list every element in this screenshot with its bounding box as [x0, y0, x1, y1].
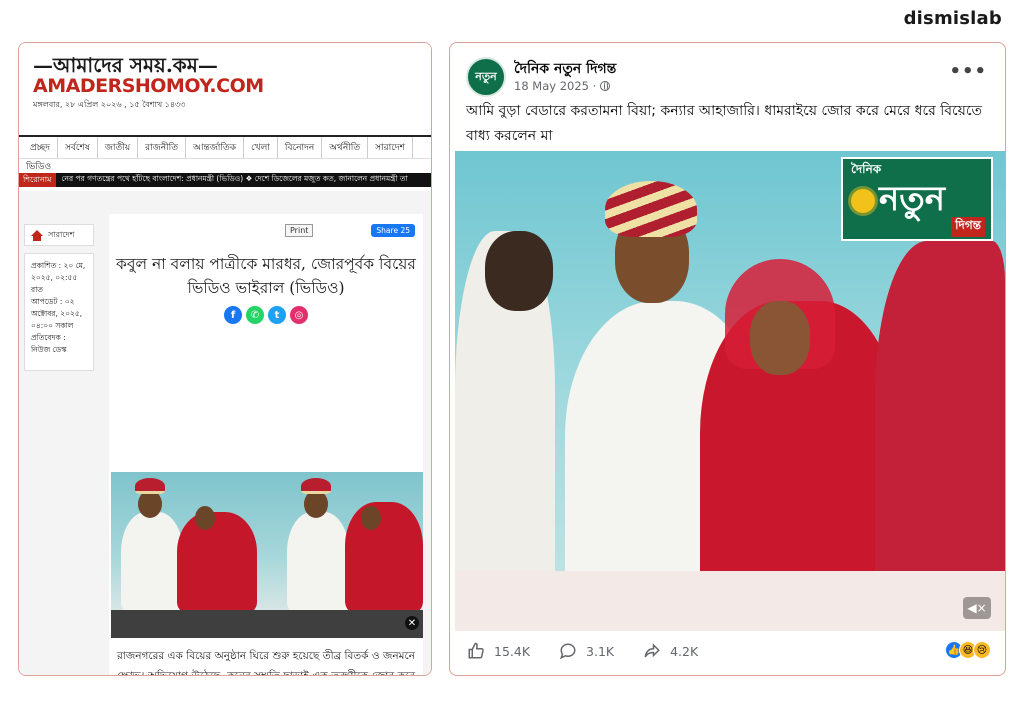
nav-item[interactable]: জাতীয় — [98, 137, 139, 158]
more-options-icon[interactable]: ••• — [949, 61, 987, 82]
main-nav: প্রচ্ছদ সর্বশেষ জাতীয় রাজনীতি আন্তর্জাত… — [19, 135, 431, 159]
sun-icon — [851, 189, 875, 213]
groom-figure — [287, 512, 349, 612]
facebook-icon[interactable]: f — [224, 306, 242, 324]
page-name[interactable]: দৈনিক নতুন দিগন্ত — [514, 57, 616, 81]
groom-figure — [121, 512, 183, 612]
site-logo-english[interactable]: AMADERSHOMOY.COM — [33, 75, 264, 97]
news-ticker: শিরোনাম নের পর গণতন্ত্রের পথে হাঁটছে বাং… — [19, 173, 431, 187]
article-text: রাজনগরের এক বিয়ের অনুষ্ঠান ঘিরে শুরু হয… — [117, 650, 415, 676]
ticker-text[interactable]: নের পর গণতন্ত্রের পথে হাঁটছে বাংলাদেশ: প… — [56, 174, 408, 186]
globe-icon — [600, 81, 611, 91]
thumbs-up-icon — [466, 641, 486, 661]
twitter-icon[interactable]: t — [268, 306, 286, 324]
nav-item[interactable]: খেলা — [244, 137, 278, 158]
social-share-icons: f ✆ t ◎ — [109, 306, 423, 324]
nav-item-video[interactable]: ভিডিও — [19, 159, 431, 173]
guest-head-left — [485, 231, 553, 311]
post-actions: 15.4K 3.1K 4.2K — [466, 639, 996, 663]
video-control-bar — [111, 610, 423, 638]
nav-item[interactable]: সারাদেশ — [368, 137, 413, 158]
watermark-big-text: নতুন — [879, 179, 946, 219]
brand-logo: dismislab — [903, 8, 1002, 29]
post-video[interactable]: দৈনিক নতুন দিগন্ত ◀× — [455, 151, 1005, 631]
nav-row-2: ভিডিও — [19, 159, 431, 173]
channel-watermark-logo: দৈনিক নতুন দিগন্ত — [841, 157, 993, 241]
article-body: Print Share 25 কবুল না বলায় পাত্রীকে মা… — [109, 214, 423, 676]
post-caption: আমি বুড়া বেডারে করতামনা বিয়া; কন্যার আ… — [466, 103, 983, 144]
comment-button[interactable]: 3.1K — [558, 641, 614, 661]
bride-head — [750, 301, 810, 375]
groom-head — [304, 490, 328, 518]
nav-item[interactable]: রাজনীতি — [138, 137, 187, 158]
comment-count: 3.1K — [586, 643, 615, 659]
like-count: 15.4K — [494, 643, 531, 659]
reaction-summary[interactable]: 👍 😆 😢 — [945, 641, 991, 659]
video-frame-right — [267, 472, 423, 612]
bride-figure — [345, 502, 423, 612]
share-count: 4.2K — [670, 643, 699, 659]
video-frame-left — [111, 472, 267, 612]
sad-reaction-icon: 😢 — [973, 641, 991, 659]
article-headline: কবুল না বলায় পাত্রীকে মারধর, জোরপূর্বক … — [116, 255, 416, 297]
watermark-small-text: দৈনিক — [851, 162, 882, 176]
share-arrow-icon — [642, 641, 662, 661]
home-icon[interactable] — [31, 229, 43, 241]
breadcrumb-section[interactable]: সারাদেশ — [48, 229, 74, 242]
site-header: —আমাদের সময়.কম— AMADERSHOMOY.COM মঙ্গলব… — [19, 43, 431, 135]
mute-icon[interactable]: ◀× — [963, 597, 991, 619]
breadcrumb: সারাদেশ — [24, 224, 94, 246]
nav-item[interactable]: অর্থনীতি — [322, 137, 369, 158]
bride-head — [361, 506, 381, 530]
page-avatar[interactable]: নতুন — [466, 57, 506, 97]
nav-item[interactable]: সর্বশেষ — [58, 137, 98, 158]
instagram-icon[interactable]: ◎ — [290, 306, 308, 324]
print-button[interactable]: Print — [285, 224, 314, 237]
article-meta: প্রকাশিত : ২০ মে, ২০২৫, ০২:৫৫ রাত আপডেট … — [24, 253, 94, 371]
turban — [301, 478, 331, 494]
floor — [455, 571, 1005, 631]
bride-head — [195, 506, 215, 530]
meta-text: প্রকাশিত : ২০ মে, ২০২৫, ০২:৫৫ রাত আপডেট … — [31, 261, 86, 354]
close-icon[interactable]: ✕ — [405, 616, 419, 630]
share-button[interactable]: 4.2K — [642, 641, 698, 661]
bride-figure — [177, 512, 257, 612]
watermark-sub-text: দিগন্ত — [951, 217, 985, 237]
groom-turban — [605, 181, 697, 237]
nav-item[interactable]: বিনোদন — [278, 137, 323, 158]
groom-head — [138, 490, 162, 518]
like-button[interactable]: 15.4K — [466, 641, 530, 661]
facebook-post-screenshot: নতুন দৈনিক নতুন দিগন্ত 18 May 2025 · •••… — [449, 42, 1006, 676]
header-date: মঙ্গলবার, ২৮ এপ্রিল ২০২৬ , ১৫ বৈশাখ ১৪৩৩ — [33, 100, 186, 109]
facebook-share-button[interactable]: Share 25 — [371, 224, 415, 237]
article-video-thumbnail[interactable]: ✕ — [111, 472, 423, 638]
comment-icon — [558, 641, 578, 661]
news-article-screenshot: —আমাদের সময়.কম— AMADERSHOMOY.COM মঙ্গলব… — [18, 42, 432, 676]
whatsapp-icon[interactable]: ✆ — [246, 306, 264, 324]
nav-item[interactable]: প্রচ্ছদ — [23, 137, 58, 158]
ticker-label: শিরোনাম — [19, 173, 56, 187]
post-date-text[interactable]: 18 May 2025 · — [514, 79, 596, 93]
nav-item[interactable]: আন্তর্জাতিক — [186, 137, 245, 158]
post-date[interactable]: 18 May 2025 · — [514, 79, 611, 93]
turban — [135, 478, 165, 494]
